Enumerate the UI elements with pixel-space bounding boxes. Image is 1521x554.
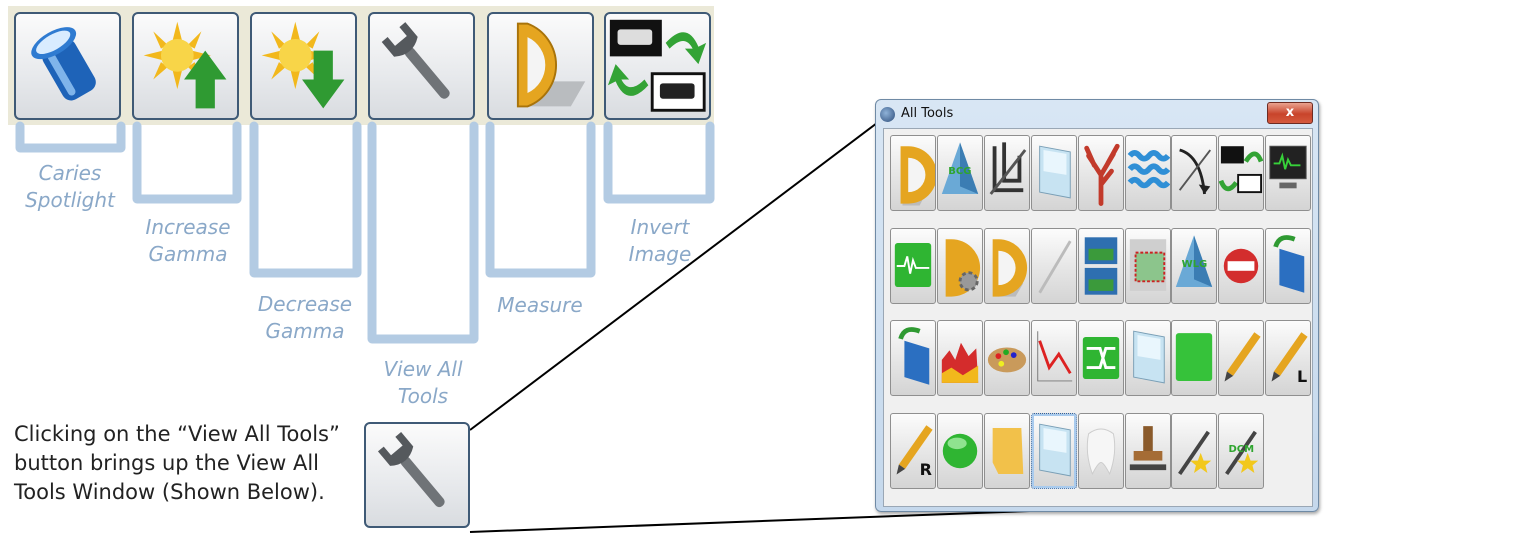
tool-button-no-entry[interactable]	[1218, 227, 1265, 304]
image-frame-icon	[1129, 238, 1166, 291]
label-decrease-gamma: Decrease Gamma	[257, 292, 353, 343]
tool-button-shuffle[interactable]	[1077, 320, 1124, 396]
tool-button-magic-tool[interactable]	[1171, 412, 1218, 489]
tool-text-label: BCG	[948, 166, 972, 177]
green-square-icon	[1176, 333, 1213, 381]
close-button[interactable]: x	[1267, 102, 1313, 124]
all-tools-window: All Tools x BCG WLG L R DCM	[875, 99, 1319, 512]
glass-pane-icon	[1132, 330, 1165, 384]
tool-button-blue-rotate[interactable]	[890, 320, 936, 396]
label-increase-gamma: Increase Gamma	[145, 215, 231, 266]
tool-text-label: L	[1296, 367, 1308, 386]
ruler-icon	[900, 146, 935, 206]
tool-button-coral[interactable]	[1077, 135, 1124, 211]
green-circle-icon	[942, 433, 978, 468]
tool-button-pane[interactable]	[1030, 135, 1077, 211]
tool-button-dcm[interactable]: DCM	[1218, 412, 1265, 489]
tool-button-green-waveform[interactable]	[890, 227, 936, 304]
view-all-tools-button-closeup[interactable]	[364, 422, 470, 528]
stamp-icon	[1129, 425, 1166, 470]
monitor-icon	[1269, 145, 1307, 189]
tool-button-pencil-l[interactable]: L	[1265, 320, 1312, 396]
invert-image-icon	[1219, 146, 1264, 194]
tool-button-measure-settings[interactable]	[936, 227, 983, 304]
line-graph-icon	[1036, 331, 1072, 382]
tool-button-pencil[interactable]	[1218, 320, 1265, 396]
label-invert-image: Invert Image	[628, 215, 692, 266]
tool-button-histogram[interactable]	[936, 320, 983, 396]
selected-pane-icon	[1038, 423, 1071, 476]
tool-button-needle[interactable]	[1030, 227, 1077, 304]
tool-button-green-circle[interactable]	[936, 412, 983, 489]
magic-tool-icon	[1178, 430, 1212, 475]
pane-icon	[1038, 145, 1071, 199]
blue-flip-icon	[1273, 234, 1305, 293]
tool-text-label: DCM	[1228, 443, 1255, 455]
pencil-icon	[1224, 332, 1261, 382]
tool-text-label: R	[919, 459, 932, 479]
crop-icon	[989, 142, 1027, 195]
tool-button-stamp[interactable]	[1124, 412, 1171, 489]
tooth-icon	[1086, 428, 1115, 475]
wave-icon	[1127, 150, 1170, 189]
tool-button-line-graph[interactable]	[1030, 320, 1077, 396]
tool-button-invert-image[interactable]	[1218, 135, 1265, 211]
app-icon	[880, 107, 895, 122]
tool-button-wave[interactable]	[1124, 135, 1171, 211]
image-pair-icon	[1084, 236, 1117, 295]
tool-button-monitor[interactable]	[1265, 135, 1312, 211]
tool-button-green-square[interactable]	[1171, 320, 1218, 396]
tool-button-crop[interactable]	[983, 135, 1030, 211]
label-measure: Measure	[497, 293, 583, 317]
tool-button-wlg[interactable]: WLG	[1171, 227, 1218, 304]
tool-button-bcg[interactable]: BCG	[936, 135, 983, 211]
shuffle-icon	[1082, 336, 1119, 380]
measure-settings-icon	[945, 238, 980, 297]
window-title: All Tools	[901, 106, 954, 121]
tool-button-palette[interactable]	[983, 320, 1030, 396]
wrench-icon	[377, 432, 445, 508]
yellow-note-icon	[992, 427, 1024, 474]
tool-text-label: WLG	[1181, 258, 1208, 270]
tool-button-tooth[interactable]	[1077, 412, 1124, 489]
tool-button-yellow-note[interactable]	[983, 412, 1030, 489]
needle-icon	[1038, 239, 1072, 294]
green-waveform-icon	[894, 242, 932, 287]
tool-button-curve[interactable]	[1171, 135, 1218, 211]
coral-icon	[1083, 143, 1120, 206]
label-caries-spotlight: Caries Spotlight	[25, 161, 115, 212]
no-entry-icon	[1224, 248, 1259, 283]
window-titlebar[interactable]: All Tools x	[876, 100, 1318, 128]
tool-button-image-pair[interactable]	[1077, 227, 1124, 304]
blue-rotate-icon	[898, 327, 930, 385]
curve-icon	[1179, 148, 1212, 195]
label-view-all-tools: View All Tools	[383, 357, 463, 408]
measure-icon	[992, 238, 1027, 297]
tool-button-measure[interactable]	[983, 227, 1030, 304]
description-text: Clicking on the “View All Tools” button …	[14, 422, 340, 504]
palette-icon	[987, 347, 1026, 373]
tool-button-image-frame[interactable]	[1124, 227, 1171, 304]
tool-grid: BCG WLG L R DCM	[883, 128, 1313, 507]
tool-button-blue-flip[interactable]	[1265, 227, 1312, 304]
tool-button-glass-pane[interactable]	[1124, 320, 1171, 396]
tool-button-pencil-r[interactable]: R	[890, 412, 936, 489]
tool-button-selected-pane[interactable]	[1030, 412, 1077, 489]
tool-button-ruler[interactable]	[890, 135, 936, 211]
histogram-icon	[941, 342, 979, 383]
